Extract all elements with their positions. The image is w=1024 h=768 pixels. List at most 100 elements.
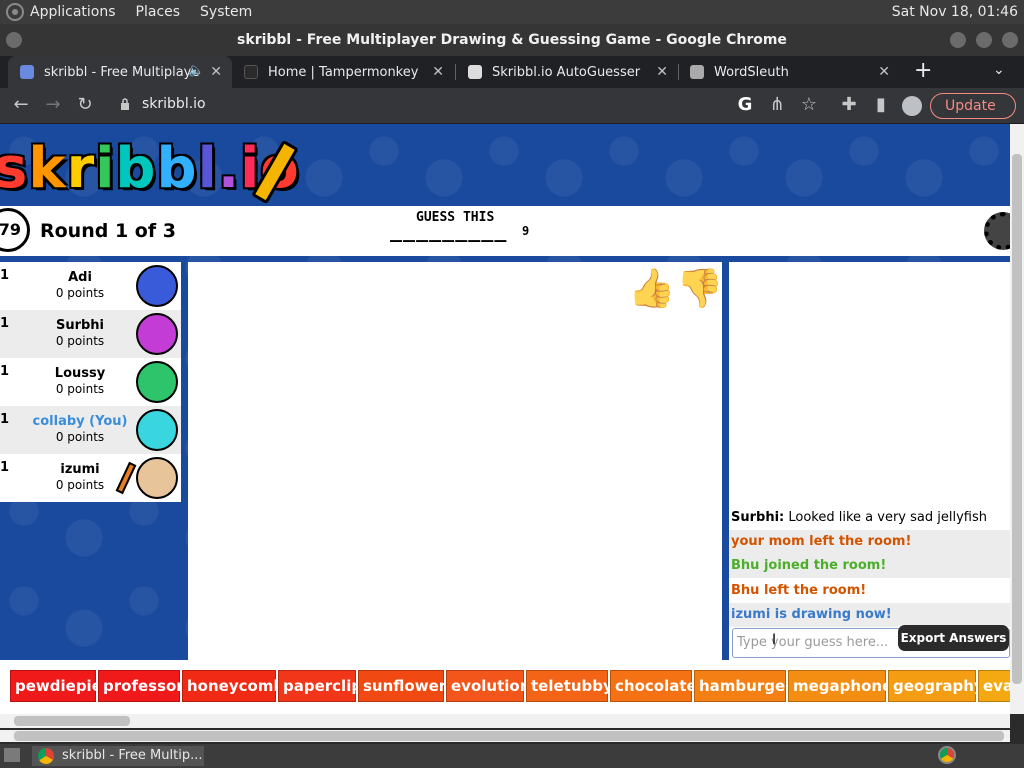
player-points: 0 points: [55, 334, 105, 348]
word-suggestion[interactable]: hamburger: [694, 670, 793, 702]
player-rank: 1: [0, 268, 10, 283]
tab-close-icon[interactable]: ✕: [210, 64, 222, 80]
tab-autoguesser[interactable]: Skribbl.io AutoGuesser ✕: [456, 56, 678, 88]
minimize-button[interactable]: [950, 32, 966, 48]
word-suggestion[interactable]: honeycomb: [182, 670, 284, 702]
tab-close-icon[interactable]: ✕: [656, 64, 668, 80]
places-menu[interactable]: Places: [136, 4, 181, 20]
thumbs-up-icon[interactable]: 👍: [628, 266, 675, 311]
side-panel-icon[interactable]: ▮: [870, 94, 892, 116]
window-title-bar[interactable]: skribbl - Free Multiplayer Drawing & Gue…: [0, 24, 1024, 56]
tray-chrome-icon[interactable]: [938, 746, 956, 764]
player-rank: 1: [0, 364, 10, 379]
tab-label: WordSleuth: [714, 64, 789, 80]
update-button[interactable]: Update ⋮: [930, 93, 1016, 138]
chat-message: izumi is drawing now!: [729, 603, 1010, 627]
back-arrow-icon[interactable]: ←: [10, 94, 32, 116]
tab-tampermonkey[interactable]: Home | Tampermonkey ✕: [232, 56, 454, 88]
tab-close-icon[interactable]: ✕: [878, 64, 890, 80]
word-suggestion[interactable]: geography: [888, 670, 984, 702]
word-hint-blanks: _________: [390, 218, 508, 242]
word-suggestion[interactable]: eva: [978, 670, 1010, 702]
player-points: 0 points: [55, 430, 105, 444]
tab-wordsleuth[interactable]: WordSleuth ✕: [678, 56, 900, 88]
scrollbar-thumb[interactable]: [1012, 154, 1022, 684]
player-row[interactable]: 1 collaby (You) 0 points: [0, 406, 181, 454]
player-avatar: [136, 313, 178, 355]
player-row[interactable]: 1 Adi 0 points: [0, 262, 181, 310]
address-bar[interactable]: skribbl.io: [142, 96, 206, 112]
settings-gear-icon[interactable]: [984, 212, 1010, 250]
drawing-canvas[interactable]: 👍 👎: [188, 262, 723, 660]
share-icon[interactable]: ⋔: [766, 94, 788, 116]
os-top-panel: Applications Places System Sat Nov 18, 0…: [0, 0, 1024, 24]
word-suggestion[interactable]: professor: [98, 670, 184, 702]
scrollbar-thumb[interactable]: [14, 731, 1004, 741]
chat-message: Bhu joined the room!: [729, 554, 1010, 578]
tampermonkey-favicon-icon: [244, 65, 258, 79]
reload-icon[interactable]: ↻: [74, 94, 96, 116]
vertical-scrollbar[interactable]: [1010, 124, 1024, 714]
player-rank: 1: [0, 412, 10, 427]
profile-avatar-icon[interactable]: [902, 96, 922, 116]
tab-search-chevron-icon[interactable]: ⌄: [993, 62, 1005, 78]
chat-text: Looked like a very sad jellyfish: [784, 510, 987, 525]
browser-tab-strip: skribbl - Free Multiplaye 🔈 ✕ Home | Tam…: [0, 56, 1024, 88]
scrollbar-thumb[interactable]: [14, 716, 130, 726]
google-lens-icon[interactable]: G: [734, 94, 756, 116]
word-suggestion[interactable]: paperclip: [278, 670, 362, 702]
window-menu-button[interactable]: [6, 32, 22, 48]
horizontal-scrollbar-inner[interactable]: [0, 714, 1010, 728]
extensions-puzzle-icon[interactable]: ✚: [838, 94, 860, 116]
os-menu-logo-icon[interactable]: [6, 3, 24, 21]
word-suggestion[interactable]: megaphone: [788, 670, 892, 702]
player-name: Loussy: [54, 366, 106, 381]
tab-skribbl[interactable]: skribbl - Free Multiplaye 🔈 ✕: [8, 56, 232, 88]
round-timer: 79: [0, 208, 30, 252]
player-name: Surbhi: [55, 318, 105, 333]
player-row[interactable]: 1 Loussy 0 points: [0, 358, 181, 406]
chat-message: Bhu left the room!: [731, 583, 867, 598]
player-name: collaby (You): [32, 414, 128, 429]
os-clock[interactable]: Sat Nov 18, 01:46: [892, 4, 1018, 20]
player-list: 1 Adi 0 points 1 Surbhi 0 points 1 Louss…: [0, 262, 181, 502]
word-suggestion[interactable]: sunflower: [358, 670, 446, 702]
taskbar-window-label: skribbl - Free Multip...: [62, 748, 203, 763]
update-label: Update: [945, 98, 996, 114]
horizontal-scrollbar-page[interactable]: [0, 730, 1010, 742]
chat-message: Surbhi: Looked like a very sad jellyfish: [729, 506, 1010, 530]
word-suggestion[interactable]: pewdiepie: [10, 670, 102, 702]
maximize-button[interactable]: [976, 32, 992, 48]
github-favicon-icon: [690, 65, 704, 79]
export-answers-button[interactable]: Export Answers: [898, 625, 1009, 651]
thumbs-down-icon[interactable]: 👎: [676, 266, 723, 311]
lock-icon[interactable]: [120, 98, 130, 110]
word-suggestion[interactable]: evolution: [446, 670, 530, 702]
player-row[interactable]: 1 izumi 0 points: [0, 454, 181, 502]
round-indicator: Round 1 of 3: [40, 220, 176, 242]
player-avatar: [136, 457, 178, 499]
browser-toolbar: ← → ↻ skribbl.io G ⋔ ☆ ✚ ▮ Update ⋮: [0, 88, 1024, 138]
word-suggestion[interactable]: chocolate: [610, 670, 697, 702]
taskbar-chrome-window[interactable]: skribbl - Free Multip...: [32, 746, 204, 766]
word-suggestion[interactable]: teletubby: [526, 670, 613, 702]
player-points: 0 points: [55, 382, 105, 396]
forward-arrow-icon[interactable]: →: [42, 94, 64, 116]
new-tab-plus-icon[interactable]: +: [914, 58, 932, 83]
player-avatar: [136, 265, 178, 307]
player-row[interactable]: 1 Surbhi 0 points: [0, 310, 181, 358]
chrome-icon: [38, 748, 54, 764]
tab-label: Home | Tampermonkey: [268, 64, 419, 80]
applications-menu[interactable]: Applications: [30, 4, 116, 20]
chat-message: your mom left the room!: [729, 530, 1010, 554]
player-avatar: [136, 361, 178, 403]
game-header: 79 Round 1 of 3 GUESS THIS _________ 9: [0, 206, 1010, 256]
bookmark-star-icon[interactable]: ☆: [798, 94, 820, 116]
word-length: 9: [522, 224, 530, 238]
close-window-button[interactable]: [1002, 32, 1018, 48]
system-menu[interactable]: System: [200, 4, 252, 20]
show-desktop-icon[interactable]: [4, 748, 20, 762]
tab-close-icon[interactable]: ✕: [432, 64, 444, 80]
player-points: 0 points: [55, 286, 105, 300]
audio-playing-icon[interactable]: 🔈: [188, 63, 204, 78]
